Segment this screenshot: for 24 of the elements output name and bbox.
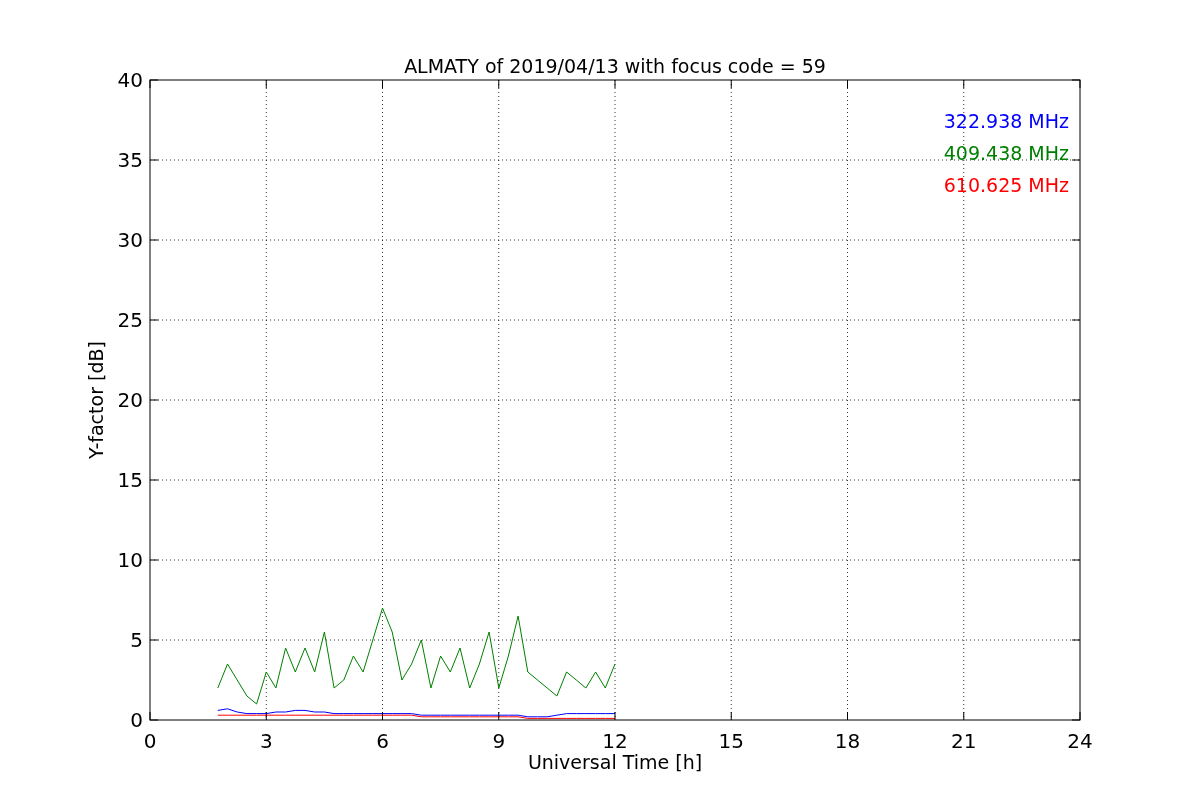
x-tick-label: 9 [492, 729, 506, 753]
y-tick-label: 20 [117, 388, 143, 412]
chart-title: ALMATY of 2019/04/13 with focus code = 59 [404, 55, 826, 77]
y-tick-label: 40 [117, 68, 143, 92]
x-tick-label: 3 [259, 729, 273, 753]
y-tick-label: 0 [130, 708, 143, 732]
y-axis-label: Y-factor [dB] [85, 341, 107, 459]
x-tick-label: 18 [834, 729, 861, 753]
x-tick-label: 12 [602, 729, 628, 753]
x-axis-label: Universal Time [h] [527, 751, 703, 773]
x-tick-label: 0 [143, 729, 157, 753]
x-tick-label: 21 [951, 729, 977, 753]
x-tick-label: 24 [1067, 729, 1093, 753]
y-tick-label: 35 [117, 148, 143, 172]
y-tick-label: 15 [117, 468, 143, 492]
y-tick-label: 30 [117, 228, 143, 252]
x-tick-label: 6 [376, 729, 389, 753]
legend-label: 610.625 MHz [943, 174, 1069, 196]
legend-label: 322.938 MHz [943, 110, 1069, 132]
legend-label: 409.438 MHz [943, 142, 1069, 164]
y-tick-label: 25 [117, 308, 143, 332]
y-tick-label: 10 [117, 548, 143, 572]
y-tick-label: 5 [130, 628, 143, 652]
x-tick-label: 15 [718, 729, 744, 753]
